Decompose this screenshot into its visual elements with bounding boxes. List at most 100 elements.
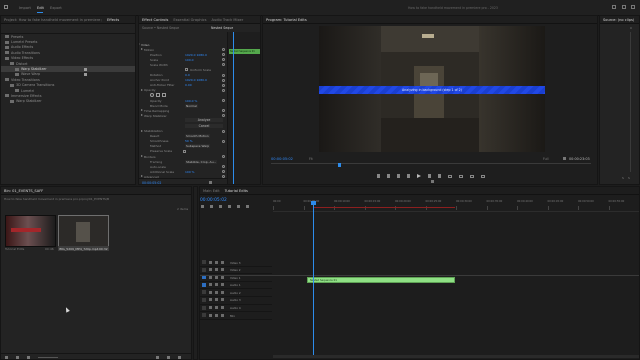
tab-bin[interactable]: Bin: 01_EVENTS_SAFF [4,189,43,193]
reset-parameter-icon[interactable] [222,63,225,67]
time-ruler[interactable]: 00:0000:00:05:0000:00:10:0000:00:15:0000… [273,199,639,212]
track-header-audio[interactable]: Audio 1 [200,282,272,290]
timeline-settings-icon[interactable] [237,205,240,208]
track-header-video[interactable]: Video 3 [200,259,272,267]
tab-project[interactable]: Project: How to fake handheld movement i… [4,18,102,22]
property-value[interactable]: 100.0 [185,58,194,62]
property-value[interactable]: 0.00 [185,83,192,87]
mini-playhead[interactable] [233,32,234,184]
go-to-out-icon[interactable] [438,174,441,178]
chevron-right-icon[interactable] [141,114,143,117]
menu-edit[interactable]: Edit [37,6,44,10]
rectangle-mask-icon[interactable] [156,93,160,98]
nest-icon[interactable] [201,205,204,208]
add-button-icon[interactable] [431,180,434,183]
track-header-audio[interactable]: Audio 2 [200,289,272,297]
meter-solo-left[interactable]: S [622,176,624,180]
property-value[interactable]: 0.0 [185,73,190,77]
track-target-toggle[interactable] [202,313,206,318]
mute-icon[interactable] [221,306,224,310]
property-value[interactable]: Smooth Motion [185,134,210,139]
reset-parameter-icon[interactable] [222,48,225,52]
timeline-scrollbar[interactable] [273,355,639,358]
new-bin-icon[interactable] [156,356,159,359]
lock-icon[interactable] [209,275,212,279]
property-value[interactable]: Stabilize, Crop, Au... [185,159,218,164]
effects-item[interactable]: Warp Stabilizer [1,99,135,104]
clip-name-img[interactable]: IMG_5209_MP4_720p.mp4 [59,247,99,251]
snap-icon[interactable] [210,205,213,208]
mute-icon[interactable] [221,298,224,302]
clip-thumb-img[interactable] [58,215,109,247]
timeline-clip-nested[interactable]: Nested Sequence 01 [307,277,455,283]
lock-icon[interactable] [5,356,8,359]
property-button[interactable]: Cancel [185,123,223,128]
step-forward-icon[interactable] [428,174,431,178]
sync-lock-icon[interactable] [215,306,218,310]
go-to-in-icon[interactable] [397,174,400,178]
tab-effects[interactable]: Effects [107,18,119,22]
reset-parameter-icon[interactable] [222,99,225,103]
chevron-right-icon[interactable] [141,109,143,112]
quality-select[interactable]: Full [543,157,548,161]
property-button[interactable]: Analyze [185,118,223,123]
lock-icon[interactable] [209,260,212,264]
track-target-toggle[interactable] [202,297,206,302]
lock-icon[interactable] [209,306,212,310]
checkbox[interactable] [183,149,186,153]
eye-icon[interactable] [221,275,224,279]
tab-audio-track-mixer[interactable]: Audio Track Mixer [211,18,243,22]
property-value[interactable]: Subspace Warp [185,144,211,149]
menu-import[interactable]: Import [19,6,31,10]
timeline-playhead[interactable] [313,201,314,357]
reset-parameter-icon[interactable] [222,109,225,113]
property-value[interactable]: 1920.0 1080.0 [185,78,207,82]
property-value[interactable]: 100 % [185,170,195,174]
play-icon[interactable] [417,174,421,178]
quick-export-icon[interactable] [612,5,616,9]
lock-icon[interactable] [209,298,212,302]
checkbox[interactable] [185,68,188,72]
meter-solo-right[interactable]: S [628,176,630,180]
tab-essential-graphics[interactable]: Essential Graphics [173,18,206,22]
reset-parameter-icon[interactable] [222,53,225,57]
property-value[interactable]: Normal [185,103,198,108]
ellipse-mask-icon[interactable] [150,93,154,98]
menu-export[interactable]: Export [50,6,62,10]
track-header-audio[interactable]: Audio 3 [200,297,272,305]
lock-icon[interactable] [209,268,212,272]
sync-lock-icon[interactable] [215,260,218,264]
home-icon[interactable] [4,5,8,9]
work-area-bar[interactable] [313,207,455,208]
zoom-slider[interactable] [38,357,58,358]
reset-parameter-icon[interactable] [222,73,225,77]
reset-parameter-icon[interactable] [222,83,225,87]
sync-lock-icon[interactable] [215,275,218,279]
new-item-icon[interactable] [167,356,170,359]
chevron-right-icon[interactable] [139,43,140,45]
tab-effect-controls[interactable]: Effect Controls [142,18,168,22]
clip-source-label[interactable]: Source • Nested Seque [142,26,179,30]
lock-icon[interactable] [209,290,212,294]
lock-icon[interactable] [209,313,212,317]
track-header-video[interactable]: Video 2 [200,267,272,275]
reset-parameter-icon[interactable] [222,114,225,118]
eye-icon[interactable] [221,268,224,272]
workspaces-icon[interactable] [622,5,626,9]
trash-icon[interactable] [178,356,181,359]
icon-view-icon[interactable] [27,356,30,359]
chevron-right-icon[interactable] [141,155,143,158]
video-audio-divider[interactable] [200,275,639,276]
playhead-handle[interactable] [311,201,316,205]
zoom-fit-select[interactable]: Fit [309,157,313,161]
filter-icon[interactable] [209,181,212,184]
clip-name-tutorial[interactable]: Tutorial Edits [5,247,24,251]
property-value[interactable]: 100.0 % [185,99,197,103]
sync-lock-icon[interactable] [215,313,218,317]
mute-icon[interactable] [221,283,224,287]
reset-parameter-icon[interactable] [222,155,225,159]
track-header-mix[interactable]: Mix [200,312,272,320]
comparison-view-icon[interactable] [470,174,474,178]
pen-mask-icon[interactable] [162,93,166,98]
effects-search-bar[interactable] [1,24,135,34]
